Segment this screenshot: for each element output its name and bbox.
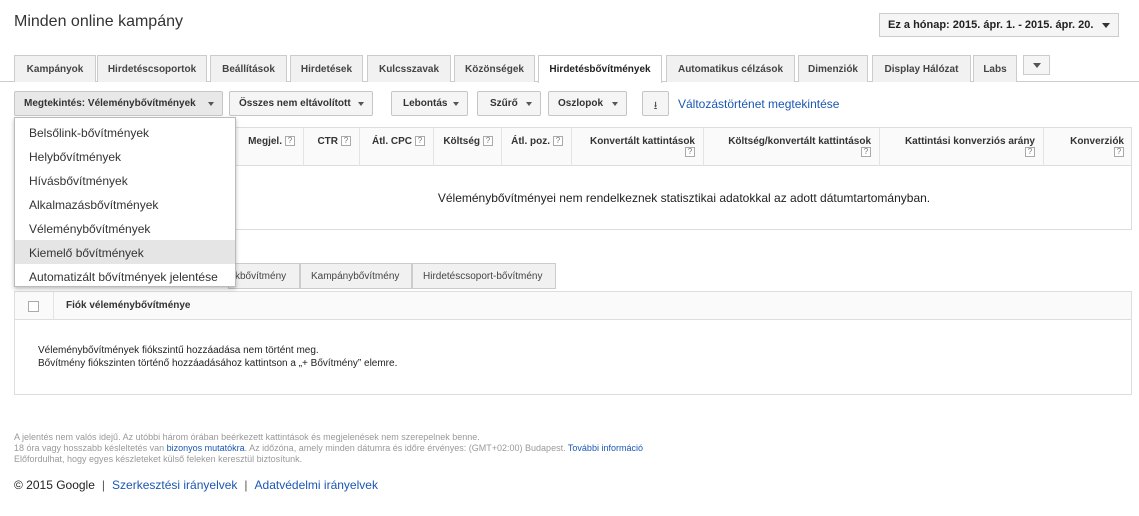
col-converted-clicks[interactable]: Konvertált kattintások? <box>571 128 703 166</box>
chevron-down-icon <box>612 102 618 106</box>
col-avg-cpc[interactable]: Átl. CPC? <box>359 128 433 166</box>
col-cost[interactable]: Költség? <box>433 128 501 166</box>
col-impressions[interactable]: Megjel.? <box>235 128 303 166</box>
tab-dimensions[interactable]: Dimenziók <box>798 55 868 82</box>
col-avg-pos[interactable]: Átl. poz.? <box>501 128 571 166</box>
copyright: © 2015 Google <box>14 478 95 492</box>
tab-audiences[interactable]: Közönségek <box>454 55 535 82</box>
tab-campaign-extension[interactable]: Kampánybővítmény <box>300 263 412 289</box>
separator: | <box>244 478 248 492</box>
menu-item-reviews[interactable]: Véleménybővítmények <box>15 216 235 240</box>
col-ctr[interactable]: CTR? <box>303 128 359 166</box>
footer-note-realtime: A jelentés nem valós idejű. Az utóbbi há… <box>14 432 480 442</box>
account-table-header: Fiók véleménybővítménye <box>15 292 1131 320</box>
help-icon[interactable]: ? <box>553 136 563 146</box>
segment-button[interactable]: Lebontás <box>391 91 468 116</box>
page-title: Minden online kampány <box>14 13 183 30</box>
chevron-down-icon <box>1102 23 1110 28</box>
tab-settings[interactable]: Beállítások <box>210 55 287 82</box>
chevron-down-icon <box>208 102 214 106</box>
filter-label: Szűrő <box>490 98 518 109</box>
tab-adgroup-extension[interactable]: Hirdetéscsoport-bővítmény <box>412 263 556 289</box>
more-tabs-button[interactable] <box>1023 55 1050 75</box>
menu-item-automated-report[interactable]: Automatizált bővítmények jelentése <box>15 264 235 288</box>
menu-item-callouts[interactable]: Kiemelő bővítmények <box>15 240 235 264</box>
chevron-down-icon <box>453 102 459 106</box>
select-all-checkbox[interactable] <box>28 301 39 312</box>
date-range-label: Ez a hónap: 2015. ápr. 1. - 2015. ápr. 2… <box>888 19 1094 31</box>
footer-notes: A jelentés nem valós idejű. Az utóbbi há… <box>14 432 643 465</box>
account-empty-message: Véleménybővítmények fiókszintű hozzáadás… <box>38 345 319 356</box>
view-select-button[interactable]: Megtekintés: Véleménybővítmények <box>14 91 223 116</box>
tab-display-network[interactable]: Display Hálózat <box>872 55 971 82</box>
tab-labs[interactable]: Labs <box>973 55 1017 82</box>
menu-item-calls[interactable]: Hívásbővítmények <box>15 168 235 192</box>
tab-ad-groups[interactable]: Hirdetéscsoportok <box>97 55 207 82</box>
view-select-menu: Belsőlink-bővítmények Helybővítmények Hí… <box>14 117 236 287</box>
columns-label: Oszlopok <box>558 98 604 109</box>
help-icon[interactable]: ? <box>483 136 493 146</box>
editorial-policies-link[interactable]: Szerkesztési irányelvek <box>112 478 237 492</box>
tab-ads[interactable]: Hirdetések <box>290 55 363 82</box>
account-extension-table: Fiók véleménybővítménye Véleménybővítmén… <box>14 291 1132 395</box>
change-history-link[interactable]: Változástörténet megtekintése <box>678 97 839 111</box>
main-tab-bar: Kampányok Hirdetéscsoportok Beállítások … <box>0 55 1139 83</box>
certain-metrics-link[interactable]: bizonyos mutatókra <box>167 443 245 453</box>
chevron-down-icon <box>1033 63 1041 68</box>
tab-auto-targets[interactable]: Automatikus célzások <box>666 55 795 82</box>
tab-ad-extensions[interactable]: Hirdetésbővítmények <box>538 55 662 83</box>
footer-links: © 2015 Google | Szerkesztési irányelvek | Ad… <box>14 478 378 492</box>
tab-account-extension[interactable]: kbővítmény <box>228 263 300 289</box>
date-range-selector[interactable]: Ez a hónap: 2015. ápr. 1. - 2015. ápr. 2… <box>879 13 1119 37</box>
footer-note-latency: 18 óra vagy hosszabb késleltetés van biz… <box>14 443 643 453</box>
segment-label: Lebontás <box>403 98 448 109</box>
col-click-conversion-rate[interactable]: Kattintási konverziós arány? <box>879 128 1043 166</box>
more-info-link[interactable]: További információ <box>568 443 643 453</box>
chevron-down-icon <box>526 102 532 106</box>
help-icon[interactable]: ? <box>415 136 425 146</box>
help-icon[interactable]: ? <box>861 147 871 157</box>
filter-button[interactable]: Szűrő <box>477 91 541 116</box>
account-add-hint: Bővítmény fiókszinten történő hozzáadásá… <box>38 358 398 369</box>
footer-note-inventory: Előfordulhat, hogy egyes készleteket kül… <box>14 454 303 464</box>
help-icon[interactable]: ? <box>1025 147 1035 157</box>
help-icon[interactable]: ? <box>685 147 695 157</box>
menu-item-locations[interactable]: Helybővítmények <box>15 144 235 168</box>
download-icon[interactable]: ⭳ <box>642 91 669 116</box>
status-filter-label: Összes nem eltávolított <box>239 98 351 109</box>
tab-campaigns[interactable]: Kampányok <box>14 55 96 82</box>
view-select-label: Megtekintés: Véleménybővítmények <box>24 98 196 109</box>
help-icon[interactable]: ? <box>341 136 351 146</box>
privacy-policies-link[interactable]: Adatvédelmi irányelvek <box>255 478 378 492</box>
col-account-review-extension: Fiók véleménybővítménye <box>53 292 191 320</box>
menu-item-sitelinks[interactable]: Belsőlink-bővítmények <box>15 120 235 144</box>
chevron-down-icon <box>358 102 364 106</box>
help-icon[interactable]: ? <box>285 136 295 146</box>
separator: | <box>101 478 106 492</box>
menu-item-apps[interactable]: Alkalmazásbővítmények <box>15 192 235 216</box>
help-icon[interactable]: ? <box>1114 147 1124 157</box>
tab-keywords[interactable]: Kulcsszavak <box>367 55 451 82</box>
col-cost-per-converted-click[interactable]: Költség/konvertált kattintások? <box>703 128 879 166</box>
col-conversions[interactable]: Konverziók? <box>1043 128 1132 166</box>
status-filter-button[interactable]: Összes nem eltávolított <box>229 91 373 116</box>
columns-button[interactable]: Oszlopok <box>548 91 627 116</box>
